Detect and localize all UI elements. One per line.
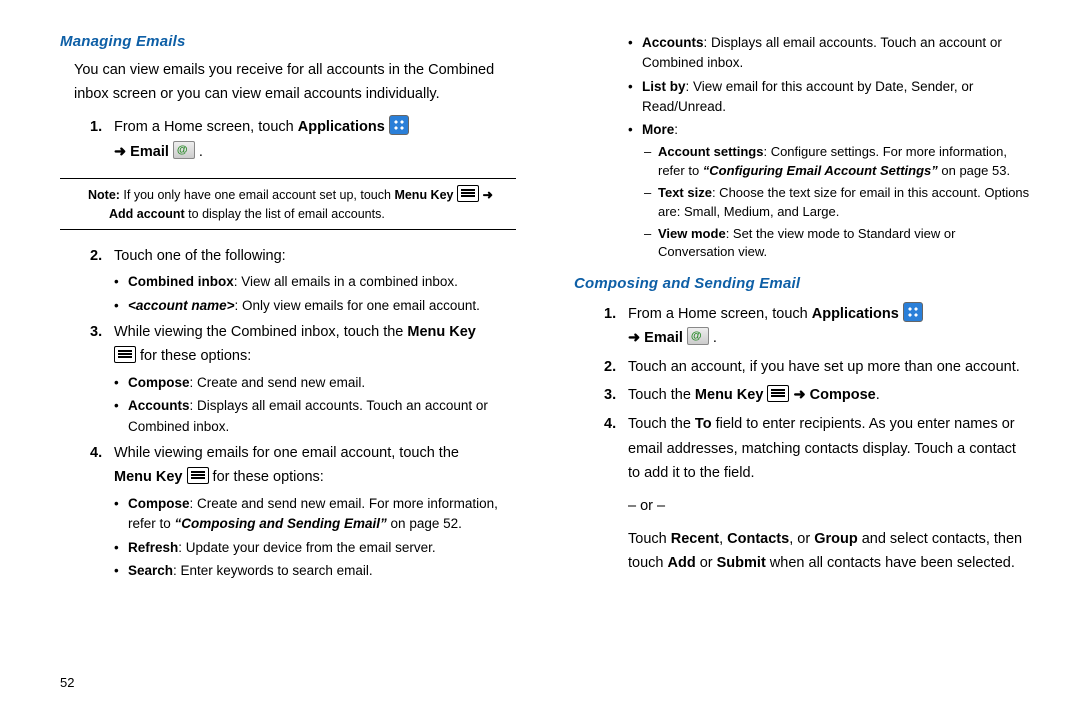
- sub-bullet: –Account settings: Configure settings. F…: [644, 143, 1030, 181]
- step-2b: 2. Touch an account, if you have set up …: [604, 355, 1030, 380]
- menu-key-icon: [187, 467, 209, 484]
- intro-text: You can view emails you receive for all …: [74, 59, 516, 107]
- right-column: •Accounts: Displays all email accounts. …: [574, 30, 1030, 584]
- menu-key-icon: [114, 346, 136, 363]
- bullet: •List by: View email for this account by…: [628, 77, 1030, 118]
- step-3b: 3. Touch the Menu Key ➜ Compose.: [604, 383, 1030, 408]
- divider: [60, 178, 516, 179]
- sub-bullet: –View mode: Set the view mode to Standar…: [644, 225, 1030, 263]
- step-2: 2. Touch one of the following:: [90, 244, 516, 269]
- sub-bullet: –Text size: Choose the text size for ema…: [644, 184, 1030, 222]
- divider: [60, 229, 516, 230]
- step-4b: 4. Touch the To field to enter recipient…: [604, 412, 1030, 576]
- applications-icon: [389, 115, 409, 135]
- bullet: •Accounts: Displays all email accounts. …: [114, 396, 516, 437]
- bullet: •Combined inbox: View all emails in a co…: [114, 272, 516, 292]
- menu-key-icon: [767, 385, 789, 402]
- menu-key-icon: [457, 185, 479, 202]
- bullet: •Search: Enter keywords to search email.: [114, 561, 516, 581]
- bullet: •<account name>: Only view emails for on…: [114, 296, 516, 316]
- step-1b: 1. From a Home screen, touch Application…: [604, 302, 1030, 351]
- step-1: 1. From a Home screen, touch Application…: [90, 115, 516, 164]
- step-4: 4. While viewing emails for one email ac…: [90, 441, 516, 490]
- email-icon: [687, 327, 709, 345]
- bullet: •More:: [628, 120, 1030, 140]
- left-column: Managing Emails You can view emails you …: [60, 30, 516, 584]
- bullet: •Refresh: Update your device from the em…: [114, 538, 516, 558]
- step-3: 3. While viewing the Combined inbox, tou…: [90, 320, 516, 369]
- bullet: •Compose: Create and send new email. For…: [114, 494, 516, 535]
- heading-managing-emails: Managing Emails: [60, 30, 516, 53]
- page-number: 52: [60, 675, 74, 690]
- note-text: Note: If you only have one email account…: [88, 185, 510, 222]
- bullet: •Accounts: Displays all email accounts. …: [628, 33, 1030, 74]
- applications-icon: [903, 302, 923, 322]
- email-icon: [173, 141, 195, 159]
- bullet: •Compose: Create and send new email.: [114, 373, 516, 393]
- heading-composing: Composing and Sending Email: [574, 272, 1030, 295]
